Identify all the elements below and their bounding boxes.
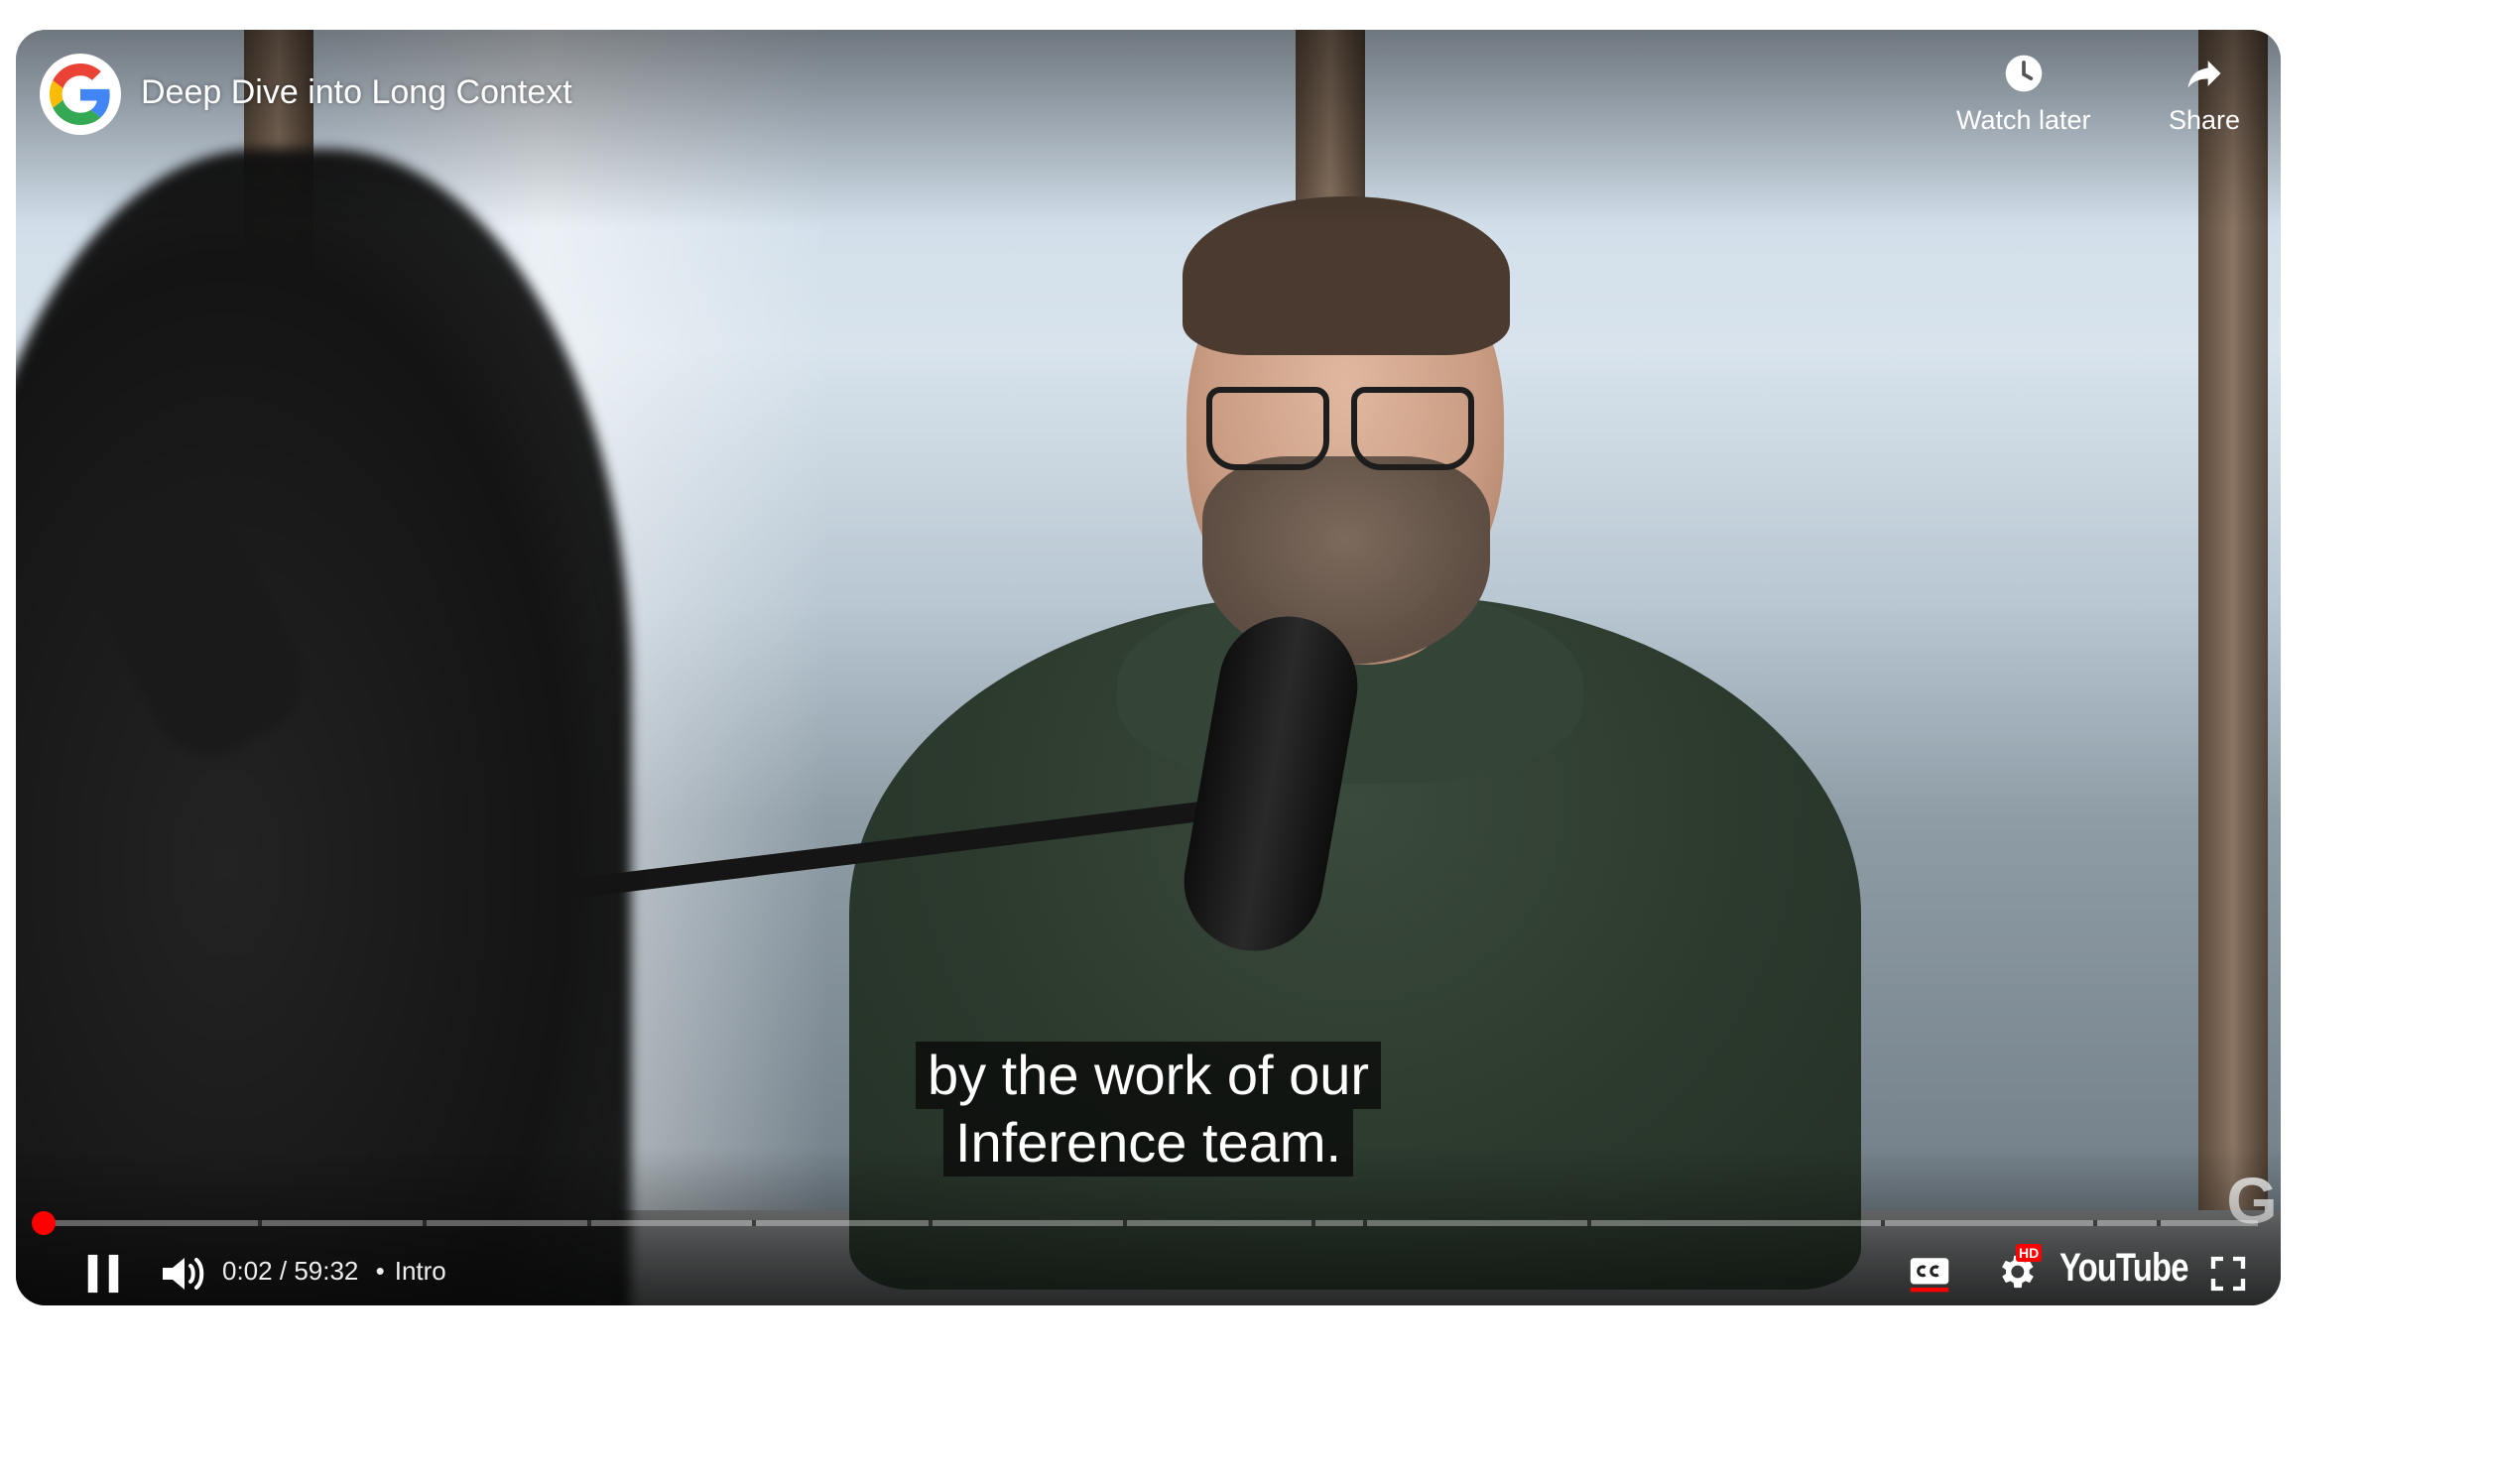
clock-icon	[2005, 55, 2043, 92]
watch-later-label: Watch later	[1956, 105, 2091, 135]
fullscreen-button[interactable]	[2196, 1246, 2260, 1301]
speaker-glasses	[1206, 387, 1474, 470]
chapter-marker	[258, 1220, 262, 1226]
channel-avatar[interactable]	[40, 54, 121, 135]
share-label: Share	[2169, 105, 2241, 135]
youtube-logo[interactable]: YouTube	[2059, 1246, 2189, 1291]
watch-later-button[interactable]: Watch later	[1956, 52, 2091, 136]
hd-badge: HD	[2016, 1244, 2043, 1262]
fullscreen-icon	[2210, 1256, 2246, 1292]
subtitles-button[interactable]	[1895, 1246, 1964, 1301]
chapter-marker	[423, 1220, 427, 1226]
caption-window: by the work of our Inference team.	[16, 1042, 2281, 1176]
caption-line-2: Inference team.	[942, 1109, 1354, 1176]
chapter-marker	[929, 1220, 933, 1226]
share-arrow-icon	[2187, 61, 2221, 88]
time-separator: /	[279, 1256, 288, 1286]
progress-scrubber[interactable]	[32, 1211, 56, 1235]
chapter-marker	[2093, 1220, 2097, 1226]
progress-bar[interactable]	[40, 1220, 2258, 1226]
video-title[interactable]: Deep Dive into Long Context	[141, 73, 572, 112]
volume-icon	[163, 1258, 204, 1290]
chapter-marker	[1123, 1220, 1127, 1226]
duration: 59:32	[294, 1256, 359, 1286]
chapter-marker	[587, 1220, 591, 1226]
chapter-marker	[1311, 1220, 1315, 1226]
chapter-marker	[1881, 1220, 1885, 1226]
time-display: 0:02 / 59:32 • Intro	[222, 1256, 446, 1287]
chapter-title[interactable]: Intro	[395, 1256, 446, 1286]
top-gradient	[16, 30, 2281, 228]
chapter-marker	[1363, 1220, 1367, 1226]
settings-button[interactable]: HD	[1978, 1242, 2054, 1301]
chapter-separator: •	[375, 1256, 385, 1286]
caption-line-1: by the work of our	[915, 1042, 1382, 1109]
pause-button[interactable]	[63, 1246, 143, 1301]
video-player[interactable]: G Deep Dive into Long Context Watch late…	[16, 30, 2281, 1305]
chapter-marker	[2157, 1220, 2161, 1226]
google-g-logo-icon	[50, 63, 110, 125]
share-button[interactable]: Share	[2169, 52, 2240, 136]
chapter-marker	[1587, 1220, 1591, 1226]
volume-button[interactable]	[143, 1246, 222, 1301]
chapter-marker	[752, 1220, 756, 1226]
current-time: 0:02	[222, 1256, 273, 1286]
pause-icon	[87, 1254, 119, 1294]
closed-captions-icon	[1910, 1258, 1949, 1293]
